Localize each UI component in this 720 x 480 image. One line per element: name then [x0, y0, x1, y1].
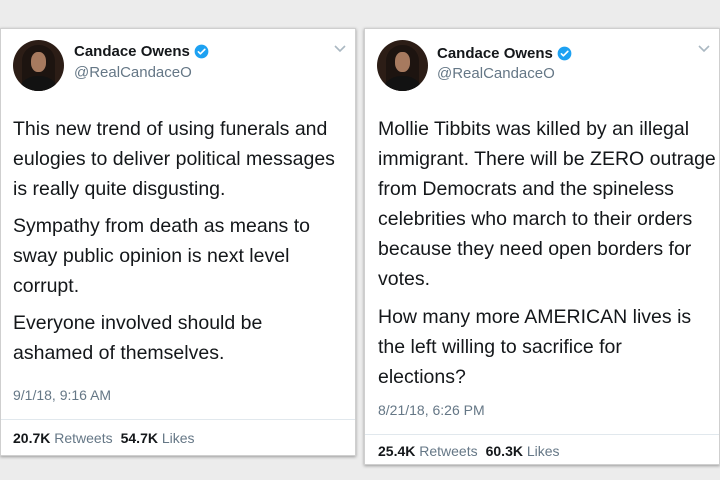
tweet-line: sway public opinion is next level	[13, 245, 290, 267]
divider	[365, 434, 719, 435]
tweet-line: the left willing to sacrifice for	[378, 336, 622, 358]
tweet-line: votes.	[378, 268, 431, 290]
author-name-row[interactable]: Candace Owens	[74, 43, 209, 60]
tweet-line: This new trend of using funerals and	[13, 118, 328, 140]
tweet-line: elections?	[378, 366, 466, 388]
tweet-line: Sympathy from death as means to	[13, 215, 310, 237]
tweet-timestamp[interactable]: 8/21/18, 6:26 PM	[378, 402, 485, 418]
tweet-line: is really quite disgusting.	[13, 178, 226, 200]
chevron-down-icon[interactable]	[697, 44, 711, 54]
likes-stat[interactable]: 60.3K Likes	[486, 443, 560, 459]
author-name[interactable]: Candace Owens	[74, 43, 190, 60]
likes-count: 54.7K	[120, 430, 158, 446]
tweet-line: eulogies to deliver political messages	[13, 148, 335, 170]
author-name[interactable]: Candace Owens	[437, 45, 553, 62]
retweets-count: 25.4K	[378, 443, 416, 459]
tweet-line: corrupt.	[13, 275, 80, 297]
author-handle[interactable]: @RealCandaceO	[74, 64, 192, 81]
retweets-label: Retweets	[54, 430, 113, 446]
tweet-line: ashamed of themselves.	[13, 342, 225, 364]
tweet-line: immigrant. There will be ZERO outrage	[378, 148, 716, 170]
likes-stat[interactable]: 54.7K Likes	[121, 430, 195, 446]
verified-badge-icon	[194, 44, 209, 59]
tweet-line: How many more AMERICAN lives is	[378, 306, 692, 328]
author-name-row[interactable]: Candace Owens	[437, 45, 572, 62]
tweet-stats: 20.7K Retweets 54.7K Likes	[13, 430, 195, 446]
divider	[1, 419, 355, 420]
likes-label: Likes	[161, 430, 195, 446]
tweet-line: Mollie Tibbits was killed by an illegal	[378, 118, 690, 140]
likes-count: 60.3K	[485, 443, 523, 459]
tweet-text: Mollie Tibbits was killed by an illegal …	[378, 114, 719, 392]
likes-label: Likes	[526, 443, 560, 459]
tweet-timestamp[interactable]: 9/1/18, 9:16 AM	[13, 387, 111, 403]
chevron-down-icon[interactable]	[333, 44, 347, 54]
tweet-card-left[interactable]: Candace Owens @RealCandaceO This new tre…	[0, 28, 356, 456]
tweet-line: from Democrats and the spineless	[378, 178, 674, 200]
retweets-stat[interactable]: 25.4K Retweets	[378, 443, 478, 459]
tweet-line: celebrities who march to their orders	[378, 208, 693, 230]
tweet-card-right[interactable]: Candace Owens @RealCandaceO Mollie Tibbi…	[364, 28, 720, 465]
tweet-stats: 25.4K Retweets 60.3K Likes	[378, 443, 560, 459]
retweets-count: 20.7K	[13, 430, 51, 446]
retweets-label: Retweets	[419, 443, 478, 459]
tweet-line: Everyone involved should be	[13, 312, 263, 334]
avatar[interactable]	[13, 40, 64, 91]
verified-badge-icon	[557, 46, 572, 61]
avatar[interactable]	[377, 40, 428, 91]
author-handle[interactable]: @RealCandaceO	[437, 65, 555, 82]
retweets-stat[interactable]: 20.7K Retweets	[13, 430, 113, 446]
tweet-text: This new trend of using funerals and eul…	[13, 114, 353, 368]
tweet-line: because they need open borders for	[378, 238, 692, 260]
